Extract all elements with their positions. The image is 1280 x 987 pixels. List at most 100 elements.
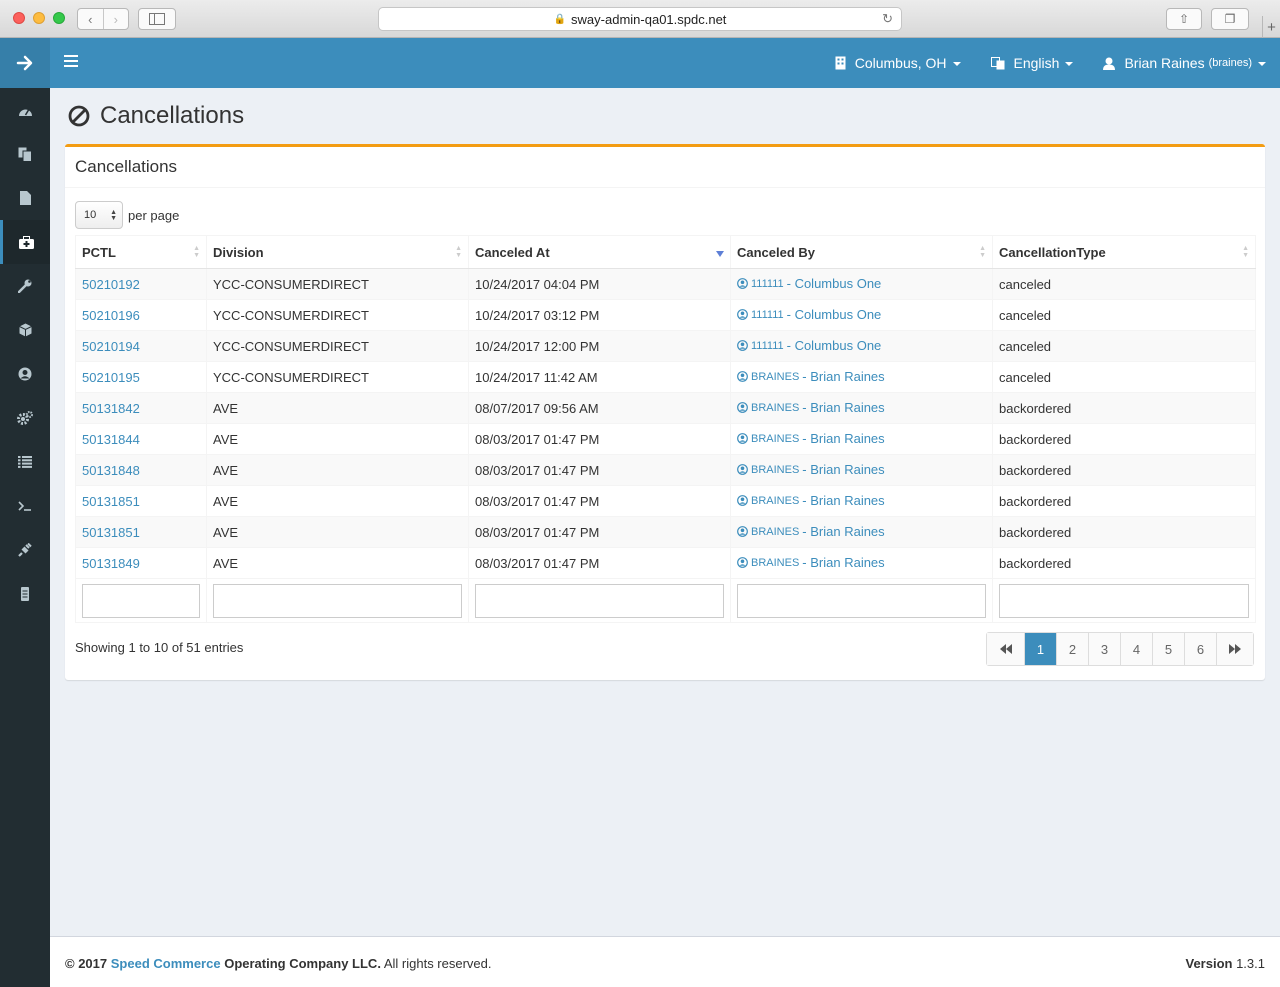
cell-cancellation-type: backordered: [992, 547, 1256, 579]
last-page-button[interactable]: [1216, 633, 1253, 665]
page-button[interactable]: 2: [1056, 633, 1088, 665]
cell-cancellation-type: backordered: [992, 454, 1256, 486]
pctl-link[interactable]: 50131849: [82, 556, 140, 571]
sidebar-item-users[interactable]: [0, 352, 50, 396]
url-text: sway-admin-qa01.spdc.net: [571, 11, 727, 27]
cell-cancellation-type: canceled: [992, 330, 1256, 362]
ban-icon: [68, 105, 90, 127]
sidebar-item-tools[interactable]: [0, 264, 50, 308]
sidebar-item-servers[interactable]: [0, 572, 50, 616]
pctl-link[interactable]: 50210192: [82, 277, 140, 292]
canceled-by-link[interactable]: BRAINES - Brian Raines: [737, 493, 885, 508]
canceled-by-link[interactable]: BRAINES - Brian Raines: [737, 462, 885, 477]
canceled-by-link[interactable]: 111111- Columbus One: [737, 338, 881, 353]
filter-canceled-by-input[interactable]: [737, 583, 986, 618]
pctl-link[interactable]: 50210196: [82, 308, 140, 323]
reload-icon[interactable]: ↻: [882, 11, 893, 27]
filter-pctl-input[interactable]: [82, 583, 200, 618]
per-page-label: per page: [128, 207, 180, 223]
table-row: 50210192 YCC-CONSUMERDIRECT 10/24/2017 04:…: [75, 268, 1256, 300]
canceled-by-link[interactable]: BRAINES - Brian Raines: [737, 431, 885, 446]
tabs-button[interactable]: ❐: [1211, 8, 1249, 30]
table-row: 50210194 YCC-CONSUMERDIRECT 10/24/2017 12:…: [75, 330, 1256, 362]
pctl-link[interactable]: 50131851: [82, 494, 140, 509]
page-button[interactable]: 6: [1184, 633, 1216, 665]
pctl-link[interactable]: 50210194: [82, 339, 140, 354]
close-window-button[interactable]: [13, 12, 25, 24]
user-dropdown[interactable]: Brian Raines (braines): [1103, 55, 1266, 71]
column-header-canceled-by[interactable]: Canceled By ▲ ▼: [730, 235, 993, 269]
pctl-link[interactable]: 50131844: [82, 432, 140, 447]
cell-division: AVE: [206, 423, 469, 455]
per-page-select[interactable]: 10 ▲ ▼: [75, 201, 123, 229]
canceled-by-link[interactable]: BRAINES - Brian Raines: [737, 400, 885, 415]
share-button[interactable]: ⇧: [1166, 8, 1202, 30]
new-tab-button[interactable]: +: [1262, 16, 1280, 38]
cancellations-table: PCTL ▲ ▼ Division ▲ ▼ Canceled At Canceled B…: [75, 235, 1256, 623]
sidebar-item-console[interactable]: [0, 484, 50, 528]
company-link[interactable]: Speed Commerce: [111, 956, 221, 971]
cell-canceled-at: 08/03/2017 01:47 PM: [468, 516, 731, 548]
location-dropdown[interactable]: Columbus, OH: [835, 55, 961, 71]
filter-division-input[interactable]: [213, 583, 462, 618]
table-row: 50131851 AVE 08/03/2017 01:47 PM BRAINES - B…: [75, 485, 1256, 517]
forward-icon[interactable]: ›: [102, 9, 129, 29]
filter-canceled-at-input[interactable]: [475, 583, 724, 618]
language-dropdown[interactable]: English: [990, 55, 1074, 71]
canceled-by-link[interactable]: 111111- Columbus One: [737, 276, 881, 291]
cell-canceled-by: BRAINES - Brian Raines: [730, 392, 993, 424]
cell-cancellation-type: backordered: [992, 485, 1256, 517]
sidebar-item-plugins[interactable]: [0, 528, 50, 572]
pctl-link[interactable]: 50131848: [82, 463, 140, 478]
cell-division: YCC-CONSUMERDIRECT: [206, 361, 469, 393]
pctl-link[interactable]: 50210195: [82, 370, 140, 385]
company-rest: Operating Company LLC.: [224, 956, 381, 971]
canceled-by-link[interactable]: BRAINES - Brian Raines: [737, 524, 885, 539]
first-page-button[interactable]: [987, 633, 1024, 665]
sidebar-toggle-button[interactable]: [138, 8, 176, 30]
page-button[interactable]: 3: [1088, 633, 1120, 665]
filter-cancellation-type-input[interactable]: [999, 583, 1249, 618]
back-icon[interactable]: ‹: [78, 9, 103, 29]
rights-text: All rights reserved.: [383, 956, 492, 971]
main-sidebar: [0, 88, 50, 987]
sidebar-item-dashboard[interactable]: [0, 89, 50, 133]
page-button[interactable]: 1: [1024, 633, 1056, 665]
cell-pctl: 50131851: [75, 485, 207, 517]
menu-toggle-icon[interactable]: [64, 55, 78, 67]
pctl-link[interactable]: 50131842: [82, 401, 140, 416]
sidebar-item-file[interactable]: [0, 176, 50, 220]
user-code: BRAINES: [751, 525, 800, 538]
canceled-by-link[interactable]: BRAINES - Brian Raines: [737, 555, 885, 570]
sort-desc-icon: [716, 251, 724, 257]
cell-pctl: 50131842: [75, 392, 207, 424]
column-header-cancellation-type[interactable]: CancellationType ▲ ▼: [992, 235, 1256, 269]
language-label: English: [1013, 55, 1060, 71]
canceled-by-link[interactable]: 111111- Columbus One: [737, 307, 881, 322]
version-value: 1.3.1: [1236, 956, 1265, 971]
sidebar-item-lists[interactable]: [0, 440, 50, 484]
column-header-division[interactable]: Division ▲ ▼: [206, 235, 469, 269]
sidebar-item-cancellations[interactable]: [0, 220, 50, 264]
user-circle-icon: [737, 557, 748, 568]
cell-division: YCC-CONSUMERDIRECT: [206, 268, 469, 300]
canceled-by-link[interactable]: BRAINES - Brian Raines: [737, 369, 885, 384]
address-bar[interactable]: 🔒 sway-admin-qa01.spdc.net ↻: [378, 7, 902, 31]
app-logo[interactable]: [0, 38, 50, 88]
column-header-pctl[interactable]: PCTL ▲ ▼: [75, 235, 207, 269]
column-header-canceled-at[interactable]: Canceled At: [468, 235, 731, 269]
sidebar-item-products[interactable]: [0, 308, 50, 352]
app-header: Columbus, OH English Brian Raines (brain…: [0, 38, 1280, 88]
page-button[interactable]: 4: [1120, 633, 1152, 665]
cell-pctl: 50131844: [75, 423, 207, 455]
page-button[interactable]: 5: [1152, 633, 1184, 665]
sidebar-item-settings[interactable]: [0, 396, 50, 440]
zoom-window-button[interactable]: [53, 12, 65, 24]
share-icon: ⇧: [1178, 12, 1190, 26]
sidebar-item-copy[interactable]: [0, 132, 50, 176]
pctl-link[interactable]: 50131851: [82, 525, 140, 540]
minimize-window-button[interactable]: [33, 12, 45, 24]
server-icon: [21, 587, 29, 601]
cell-canceled-by: 111111- Columbus One: [730, 299, 993, 331]
cell-canceled-at: 10/24/2017 04:04 PM: [468, 268, 731, 300]
